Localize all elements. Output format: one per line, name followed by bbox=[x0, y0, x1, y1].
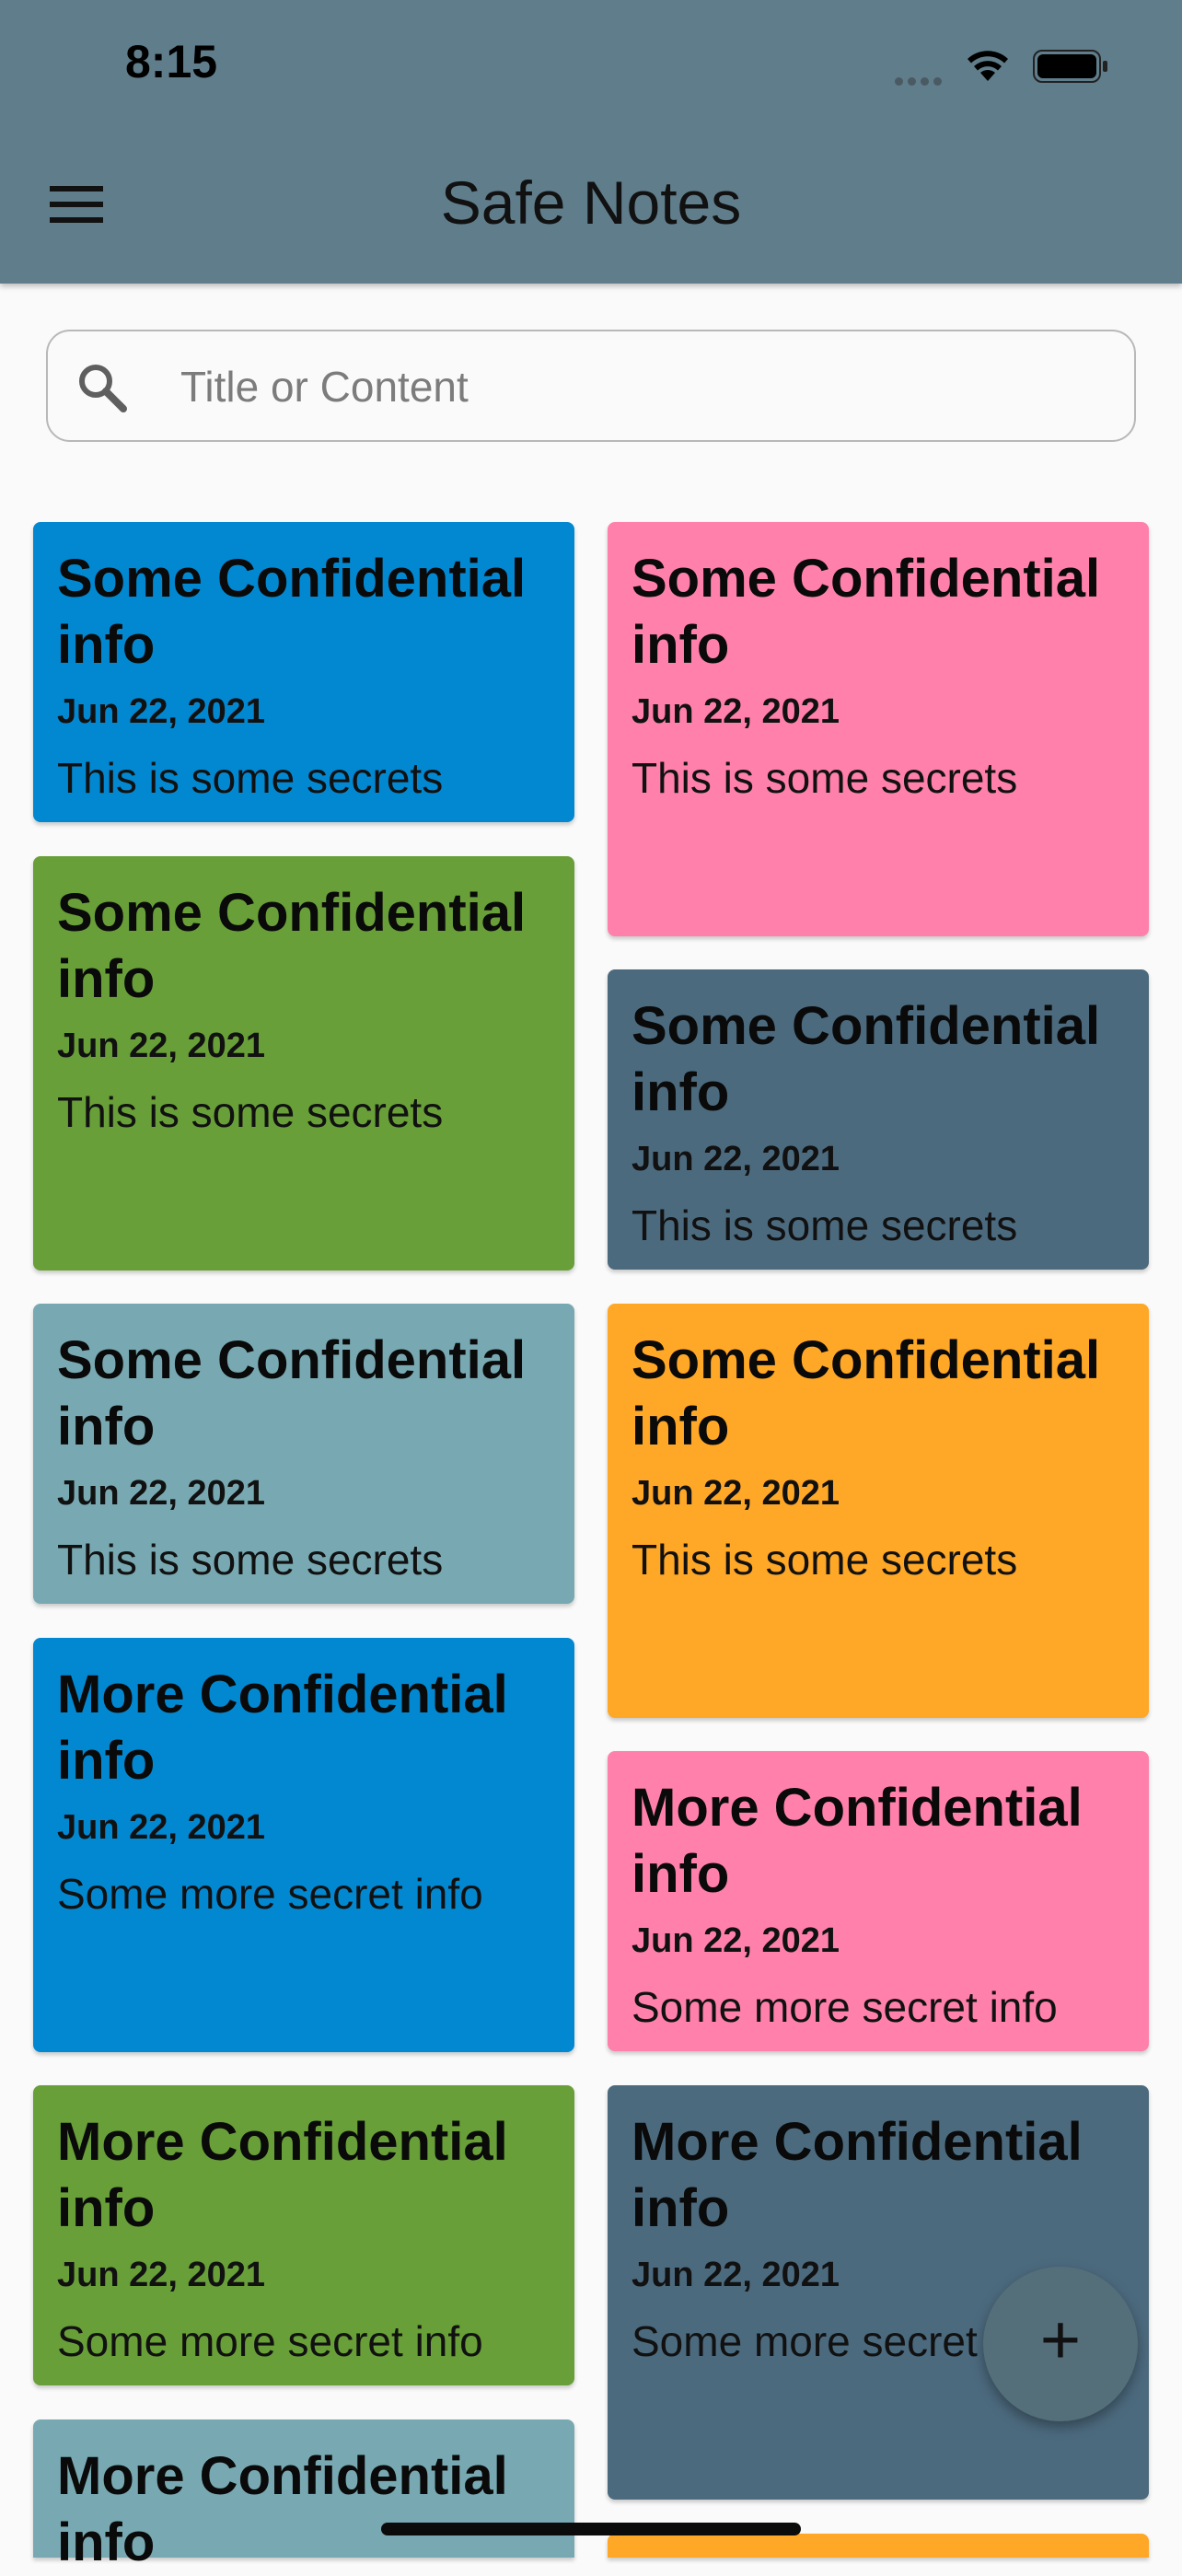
note-title: Some Confidential info bbox=[632, 1330, 1101, 1456]
note-card[interactable]: More Confidential info Jun 22, 2021 Some… bbox=[33, 2085, 574, 2385]
note-title: Some Confidential info bbox=[632, 996, 1101, 1122]
cellular-signal-icon bbox=[895, 74, 946, 90]
note-content: This is some secrets bbox=[632, 1536, 1018, 1584]
app-bar: 8:15 Safe Notes bbox=[0, 0, 1182, 284]
status-time: 8:15 bbox=[125, 36, 218, 87]
note-date: Jun 22, 2021 bbox=[632, 1140, 840, 1178]
note-title: More Confidential info bbox=[57, 2446, 508, 2572]
note-card[interactable]: More Confidential info bbox=[33, 2419, 574, 2572]
note-card[interactable]: Some Confidential info Jun 22, 2021 This… bbox=[608, 1304, 1149, 1718]
note-content: This is some secrets bbox=[632, 1201, 1018, 1249]
note-date: Jun 22, 2021 bbox=[57, 1027, 266, 1065]
note-title: More Confidential info bbox=[632, 2112, 1083, 2238]
note-date: Jun 22, 2021 bbox=[57, 1808, 266, 1847]
note-date: Jun 22, 2021 bbox=[632, 1474, 840, 1513]
note-card[interactable]: Some Confidential info Jun 22, 2021 This… bbox=[33, 856, 574, 1271]
note-date: Jun 22, 2021 bbox=[632, 692, 840, 731]
search-field[interactable] bbox=[46, 330, 1136, 442]
add-note-button[interactable]: + bbox=[983, 2267, 1138, 2421]
note-card[interactable]: More Confidential info Jun 22, 2021 Some… bbox=[608, 1751, 1149, 2051]
note-card[interactable]: Some Confidential info Jun 22, 2021 This… bbox=[608, 969, 1149, 1270]
search-icon bbox=[79, 365, 127, 412]
note-title: Some Confidential info bbox=[57, 549, 527, 675]
note-content: This is some secrets bbox=[632, 754, 1018, 802]
search-input[interactable] bbox=[180, 350, 1101, 424]
note-date: Jun 22, 2021 bbox=[57, 692, 266, 731]
page-title: Safe Notes bbox=[440, 168, 742, 237]
note-title: More Confidential info bbox=[57, 1665, 508, 1791]
note-content: This is some secrets bbox=[57, 1088, 444, 1136]
note-content: Some more secret info bbox=[57, 2317, 483, 2365]
battery-icon bbox=[1033, 50, 1107, 83]
wifi-icon bbox=[968, 51, 1008, 81]
note-card[interactable]: Some Confidential info Jun 22, 2021 This… bbox=[33, 1304, 574, 1604]
note-content: This is some secrets bbox=[57, 754, 444, 802]
home-indicator bbox=[381, 2523, 801, 2535]
note-title: Some Confidential info bbox=[57, 1330, 527, 1456]
note-content: Some more secret info bbox=[57, 1870, 483, 1918]
note-title: Some Confidential info bbox=[57, 883, 527, 1009]
note-title: More Confidential info bbox=[57, 2112, 508, 2238]
note-title: More Confidential info bbox=[632, 1778, 1083, 1904]
note-title: Some Confidential info bbox=[632, 549, 1101, 675]
note-card[interactable]: More Confidential info Jun 22, 2021 Some… bbox=[33, 1638, 574, 2052]
note-content: Some more secret info bbox=[632, 1983, 1058, 2031]
plus-icon: + bbox=[1039, 2301, 1082, 2379]
note-content: This is some secrets bbox=[57, 1536, 444, 1584]
note-date: Jun 22, 2021 bbox=[57, 1474, 266, 1513]
note-card[interactable]: Some Confidential info Jun 22, 2021 This… bbox=[33, 522, 574, 822]
note-card[interactable] bbox=[608, 2534, 1149, 2558]
note-card[interactable]: Some Confidential info Jun 22, 2021 This… bbox=[608, 522, 1149, 936]
note-date: Jun 22, 2021 bbox=[57, 2256, 266, 2294]
note-date: Jun 22, 2021 bbox=[632, 1921, 840, 1960]
